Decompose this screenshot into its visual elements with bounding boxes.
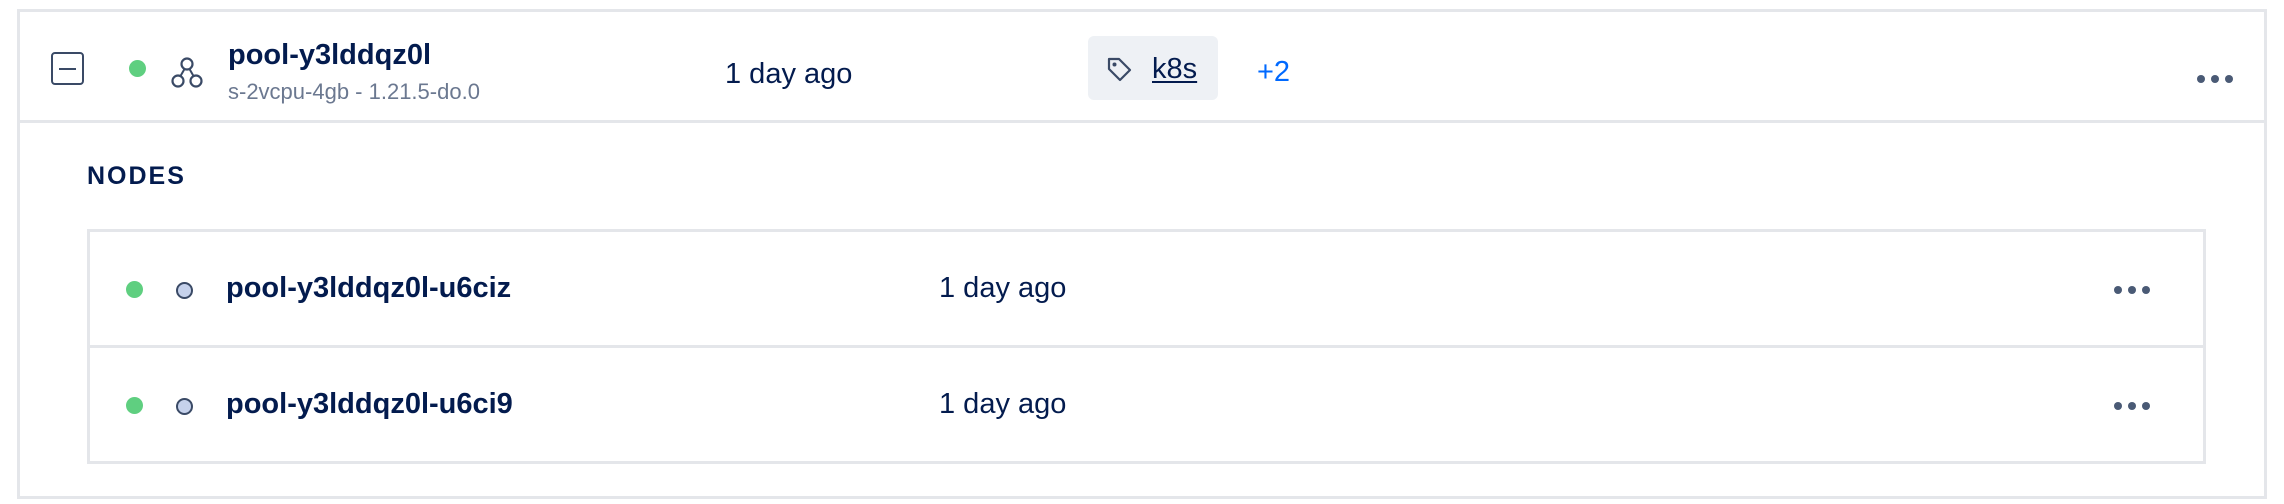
pool-age: 1 day ago xyxy=(725,58,853,90)
node-row: pool-y3lddqz0l-u6ciz 1 day ago xyxy=(90,232,2203,348)
pool-status-indicator xyxy=(129,60,146,77)
pool-name[interactable]: pool-y3lddqz0l xyxy=(228,39,431,72)
dot-icon xyxy=(2142,402,2150,410)
pool-size-version: s-2vcpu-4gb - 1.21.5-do.0 xyxy=(228,79,480,104)
collapse-button[interactable] xyxy=(51,52,84,85)
dot-icon xyxy=(2211,75,2219,83)
node-age: 1 day ago xyxy=(939,388,1067,420)
nodes-table: pool-y3lddqz0l-u6ciz 1 day ago pool-y3ld… xyxy=(87,229,2206,464)
node-more-actions-button[interactable] xyxy=(2110,275,2154,305)
node-row: pool-y3lddqz0l-u6ci9 1 day ago xyxy=(90,348,2203,464)
dot-icon xyxy=(2114,286,2122,294)
node-name[interactable]: pool-y3lddqz0l-u6ciz xyxy=(226,272,511,305)
node-status-indicator xyxy=(126,397,143,414)
dot-icon xyxy=(2114,402,2122,410)
dot-icon xyxy=(2197,75,2205,83)
dot-icon xyxy=(2142,286,2150,294)
node-name[interactable]: pool-y3lddqz0l-u6ci9 xyxy=(226,388,513,421)
dot-icon xyxy=(2128,402,2136,410)
tag-label[interactable]: k8s xyxy=(1152,53,1197,86)
tag-icon xyxy=(1107,57,1132,82)
node-pool-header-row: pool-y3lddqz0l s-2vcpu-4gb - 1.21.5-do.0… xyxy=(20,12,2264,123)
node-status-indicator xyxy=(126,281,143,298)
node-age: 1 day ago xyxy=(939,272,1067,304)
dot-icon xyxy=(2225,75,2233,83)
node-pool-card: pool-y3lddqz0l s-2vcpu-4gb - 1.21.5-do.0… xyxy=(17,9,2267,499)
node-more-actions-button[interactable] xyxy=(2110,391,2154,421)
droplet-node-icon xyxy=(176,282,193,299)
tag-chip-k8s[interactable]: k8s xyxy=(1088,36,1218,100)
node-pool-icon xyxy=(171,57,203,88)
pool-more-actions-button[interactable] xyxy=(2193,64,2237,94)
nodes-section-heading: NODES xyxy=(87,162,186,190)
dot-icon xyxy=(2128,286,2136,294)
more-tags-link[interactable]: +2 xyxy=(1257,56,1290,89)
droplet-node-icon xyxy=(176,398,193,415)
